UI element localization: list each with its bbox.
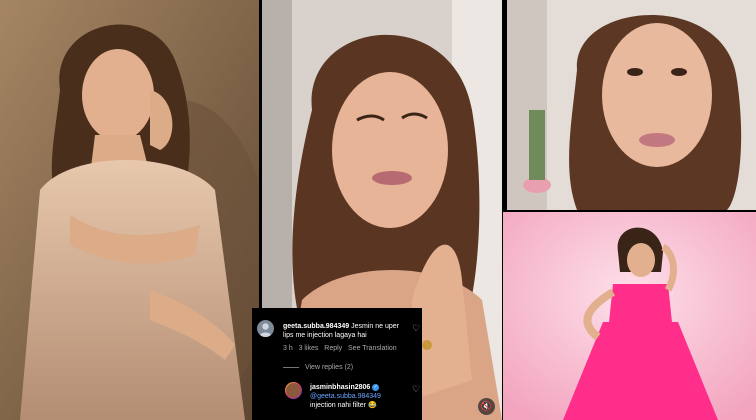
heart-outline-icon[interactable]: ♡: [412, 324, 420, 333]
view-replies-link[interactable]: View replies (2): [283, 363, 353, 372]
reply-avatar-photo: [286, 383, 301, 398]
mute-button[interactable]: 🔇: [478, 398, 495, 415]
speaker-muted-icon: 🔇: [480, 401, 493, 411]
reply-username[interactable]: jasminbhasin2806: [310, 384, 370, 391]
view-replies-label: View replies (2): [304, 364, 354, 371]
comment-likes[interactable]: 3 likes: [299, 345, 319, 352]
comment-time: 3 h: [283, 345, 293, 352]
portrait-satin-dress-image: [0, 0, 259, 420]
reply-body: jasminbhasin2806 ✓ @geeta.subba.984349 i…: [310, 383, 410, 410]
closeup-face-image: [507, 0, 756, 210]
photo-panel-left: [0, 0, 259, 420]
reply-text: injection nahi filter 😂: [310, 402, 377, 409]
see-translation-link[interactable]: See Translation: [348, 345, 397, 352]
photo-panel-bottom-right: [503, 212, 756, 420]
reply-button[interactable]: Reply: [324, 345, 342, 352]
comment-body: geeta.subba.984349 Jesmin ne uper lips m…: [283, 322, 411, 340]
reply-mention[interactable]: @geeta.subba.984349: [310, 393, 381, 400]
commenter-avatar[interactable]: [257, 320, 274, 337]
photo-panel-top-right: [507, 0, 756, 210]
user-silhouette-icon: [259, 323, 272, 337]
view-replies-divider: [283, 366, 299, 368]
reply-avatar[interactable]: [285, 382, 302, 399]
comments-section: geeta.subba.984349 Jesmin ne uper lips m…: [252, 308, 422, 420]
comment-username[interactable]: geeta.subba.984349: [283, 323, 349, 330]
pink-dress-image: [503, 212, 756, 420]
comment-meta: 3 h 3 likes Reply See Translation: [283, 344, 397, 353]
heart-outline-icon[interactable]: ♡: [412, 385, 420, 394]
verified-badge-icon: ✓: [372, 383, 380, 391]
